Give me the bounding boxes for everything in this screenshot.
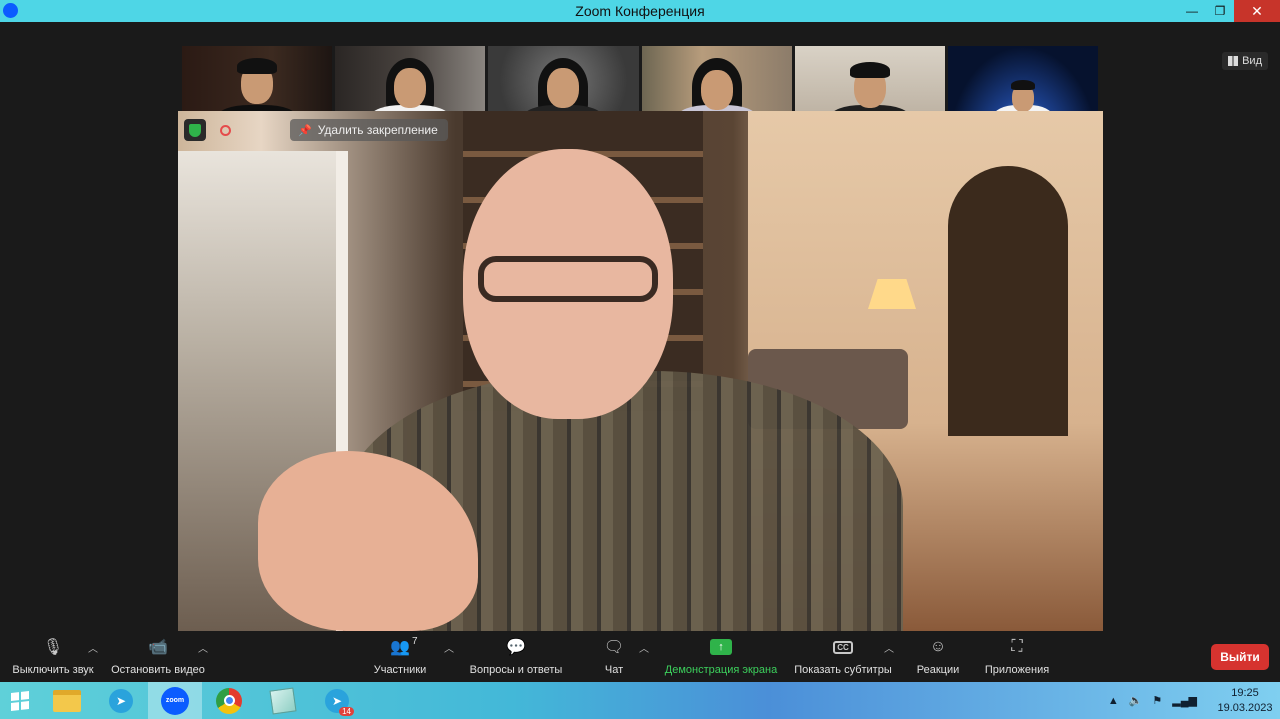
taskbar-telegram-2[interactable]: ➤ 14 — [310, 682, 364, 719]
participants-icon: 👥 7 — [390, 636, 418, 656]
participant-head — [700, 70, 733, 110]
taskbar-notes[interactable] — [256, 682, 310, 719]
zoom-icon: zoom — [161, 686, 189, 715]
windows-taskbar: ➤ zoom ➤ 14 ▲ 🔈 ⚑ ▂▄▆ 19:25 19.03.2023 — [0, 682, 1280, 719]
meeting-stage: Вид 📌 Удалить закрепление — [0, 22, 1280, 634]
chrome-icon — [216, 687, 242, 714]
windows-logo-icon — [11, 690, 29, 711]
mute-button[interactable]: 🎙 Выключить звук — [8, 634, 98, 682]
participant-hair — [849, 62, 890, 78]
video-overlay-controls: 📌 Удалить закрепление — [184, 119, 448, 141]
clock[interactable]: 19:25 19.03.2023 — [1210, 686, 1280, 716]
captions-button[interactable]: CC Показать субтитры — [792, 634, 894, 682]
participants-options-caret[interactable]: ︿ — [442, 634, 456, 682]
participant-head — [394, 68, 427, 108]
mute-label: Выключить звук — [12, 664, 94, 676]
unpin-button[interactable]: 📌 Удалить закрепление — [290, 119, 448, 141]
chat-button[interactable]: 🗨 Чат — [596, 634, 632, 682]
chevron-up-icon: ︿ — [88, 644, 98, 655]
start-button[interactable] — [0, 682, 40, 719]
taskbar-file-explorer[interactable] — [40, 682, 94, 719]
leave-button[interactable]: Выйти — [1211, 644, 1269, 670]
flag-icon[interactable]: ⚑ — [1152, 694, 1162, 707]
close-button[interactable]: ✕ — [1234, 0, 1280, 22]
network-signal-icon[interactable]: ▂▄▆ — [1172, 694, 1197, 707]
participants-button[interactable]: 👥 7 Участники — [368, 634, 432, 682]
share-screen-label: Демонстрация экрана — [664, 664, 778, 676]
captions-icon: CC — [833, 636, 853, 658]
captions-options-caret[interactable]: ︿ — [882, 634, 896, 682]
reactions-label: Реакции — [916, 664, 960, 676]
taskbar-zoom[interactable]: zoom — [148, 682, 202, 719]
share-screen-icon: ↑ — [710, 636, 732, 658]
apps-icon: ⛶ — [1011, 638, 1023, 655]
apps-button[interactable]: ⛶ Приложения — [980, 634, 1054, 682]
chat-options-caret[interactable]: ︿ — [637, 634, 651, 682]
chevron-up-icon: ︿ — [444, 644, 454, 655]
view-button[interactable]: Вид — [1222, 52, 1268, 70]
stop-video-label: Остановить видео — [111, 664, 205, 676]
active-speaker-video[interactable]: 📌 Удалить закрепление — [178, 111, 1103, 631]
participant-hair — [237, 58, 278, 74]
window-title: Zoom Конференция — [575, 3, 705, 19]
chat-icon: 🗨 — [603, 639, 625, 656]
taskbar-telegram[interactable]: ➤ — [94, 682, 148, 719]
speaker-glasses — [478, 256, 658, 302]
camera-icon: 📹 — [148, 639, 168, 656]
chevron-up-icon: ︿ — [884, 644, 894, 655]
telegram-icon: ➤ — [109, 688, 133, 713]
qa-button[interactable]: 💬 Вопросы и ответы — [466, 634, 566, 682]
title-bar: Zoom Конференция — ❐ ✕ — [0, 0, 1280, 22]
audio-options-caret[interactable]: ︿ — [86, 634, 100, 682]
restore-button[interactable]: ❐ — [1206, 0, 1234, 22]
reactions-button[interactable]: ☺ Реакции — [912, 634, 964, 682]
notes-icon — [269, 686, 297, 715]
chat-label: Чат — [604, 664, 624, 676]
volume-icon[interactable]: 🔈 — [1129, 694, 1143, 707]
speaker-background-arch — [948, 166, 1068, 436]
apps-label: Приложения — [984, 664, 1050, 676]
captions-label: Показать субтитры — [794, 664, 892, 676]
chevron-up-icon: ︿ — [198, 644, 208, 655]
microphone-icon: 🎙 — [42, 639, 64, 656]
participant-head — [547, 68, 580, 108]
stop-video-button[interactable]: 📹 Остановить видео — [108, 634, 208, 682]
participants-count: 7 — [412, 636, 418, 647]
participants-label: Участники — [373, 664, 427, 676]
chevron-up-icon: ︿ — [639, 644, 649, 655]
recording-icon[interactable] — [214, 119, 236, 141]
unpin-label: Удалить закрепление — [317, 123, 438, 137]
minimize-button[interactable]: — — [1178, 0, 1206, 22]
smiley-plus-icon: ☺ — [929, 638, 947, 655]
unread-badge: 14 — [339, 707, 354, 716]
taskbar-chrome[interactable] — [202, 682, 256, 719]
pin-icon: 📌 — [298, 124, 312, 137]
meeting-toolbar: 🎙 Выключить звук ︿ 📹 Остановить видео ︿ … — [0, 634, 1280, 682]
video-options-caret[interactable]: ︿ — [196, 634, 210, 682]
qa-label: Вопросы и ответы — [469, 664, 563, 676]
clock-time: 19:25 — [1231, 686, 1259, 699]
participant-hair — [1010, 80, 1035, 90]
encryption-shield-icon[interactable] — [184, 119, 206, 141]
qa-icon: 💬 — [506, 639, 526, 656]
chevron-up-icon[interactable]: ▲ — [1108, 695, 1119, 707]
zoom-app-icon — [3, 3, 18, 18]
clock-date: 19.03.2023 — [1217, 701, 1273, 714]
share-screen-button[interactable]: ↑ Демонстрация экрана — [662, 634, 780, 682]
folder-icon — [53, 689, 81, 712]
grid-icon — [1228, 56, 1239, 66]
view-button-label: Вид — [1242, 55, 1262, 67]
window-controls: — ❐ ✕ — [1178, 0, 1280, 22]
system-tray: ▲ 🔈 ⚑ ▂▄▆ 19:25 19.03.2023 — [1103, 682, 1280, 719]
